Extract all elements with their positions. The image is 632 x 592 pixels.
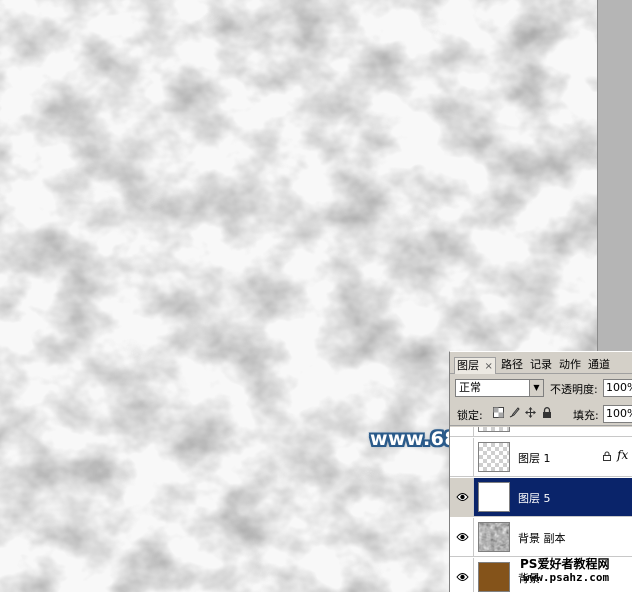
layer-thumbnail [478, 482, 510, 512]
layer-effects-icon[interactable]: fx [617, 448, 628, 462]
tab-actions[interactable]: 动作 [557, 357, 583, 374]
lock-move-icon[interactable] [524, 407, 536, 419]
tab-history[interactable]: 记录 [528, 357, 554, 374]
visibility-cell[interactable] [450, 518, 474, 557]
fill-input[interactable]: 100% [603, 405, 632, 423]
watermark-psahz-url: www.psahz.com [523, 571, 610, 584]
tab-channels[interactable]: 通道 [586, 357, 612, 374]
layer-row[interactable] [450, 427, 632, 437]
layer-name: 图层 1 [518, 452, 551, 465]
layer-thumbnail [478, 522, 510, 552]
lock-transparent-icon[interactable] [492, 407, 504, 419]
opacity-input[interactable]: 100% [603, 379, 632, 397]
layer-name: 图层 5 [518, 492, 551, 505]
lock-paint-icon[interactable] [508, 407, 520, 419]
chevron-down-icon[interactable]: ▼ [529, 380, 543, 396]
blend-row: 正常 ▼ 不透明度: 100% [450, 376, 632, 400]
eye-icon[interactable] [456, 571, 469, 583]
visibility-cell[interactable] [450, 438, 474, 477]
visibility-cell[interactable] [450, 478, 474, 517]
opacity-label: 不透明度: [550, 383, 598, 396]
lock-row: 锁定: 填充: 100% [450, 402, 632, 426]
layer-row[interactable]: 图层 1 fx [450, 438, 632, 477]
lock-all-icon[interactable] [541, 407, 553, 419]
tab-layers-label: 图层 [457, 359, 479, 372]
visibility-cell[interactable] [450, 558, 474, 592]
blend-mode-select[interactable]: 正常 ▼ [455, 379, 544, 397]
layer-thumbnail [478, 427, 510, 432]
layer-thumbnail [478, 562, 510, 592]
layer-name: 背景 副本 [518, 532, 566, 545]
eye-icon[interactable] [456, 491, 469, 503]
watermark-psahz-title: PS爱好者教程网 [520, 557, 610, 571]
tab-layers[interactable]: 图层 × [454, 357, 496, 374]
fill-label: 填充: [573, 409, 599, 422]
tab-paths[interactable]: 路径 [499, 357, 525, 374]
panel-tab-row: 图层 × 路径 记录 动作 通道 [450, 352, 632, 374]
visibility-cell[interactable] [450, 427, 474, 437]
eye-icon[interactable] [456, 531, 469, 543]
close-icon[interactable]: × [485, 361, 493, 372]
layer-row-selected[interactable]: 图层 5 [450, 478, 632, 517]
watermark-psahz: PS爱好者教程网 www.psahz.com [508, 552, 632, 592]
lock-label: 锁定: [457, 409, 483, 422]
lock-icon [603, 451, 611, 464]
blend-mode-value: 正常 [459, 381, 481, 394]
layer-thumbnail [478, 442, 510, 472]
